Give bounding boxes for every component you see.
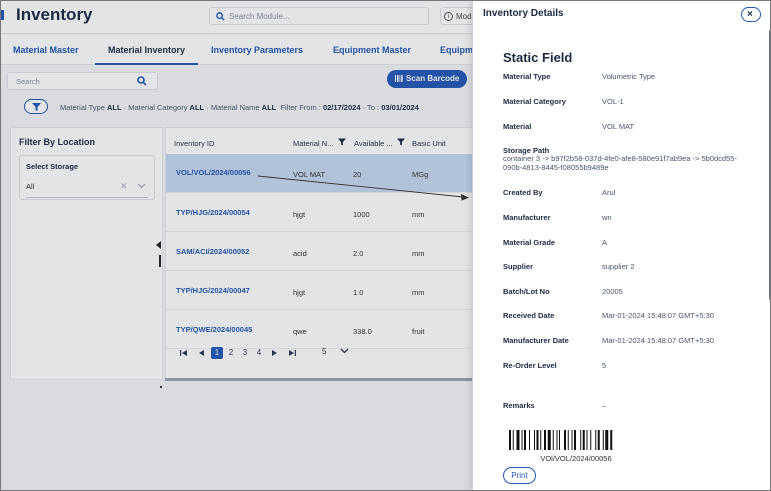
close-button[interactable]: ×	[741, 7, 761, 22]
barcode-bar	[610, 430, 613, 450]
barcode-bar	[544, 430, 546, 450]
field-label-material: Material	[503, 122, 532, 131]
barcode-bar	[536, 430, 539, 450]
barcode-bar	[509, 430, 511, 450]
section-title: Static Field	[503, 50, 573, 65]
field-label-material-type: Material Type	[503, 72, 551, 81]
field-label-batch-lot-no: Batch/Lot No	[503, 287, 550, 296]
field-label-material-grade: Material Grade	[503, 238, 556, 247]
close-icon: ×	[747, 9, 753, 20]
barcode-bar	[559, 430, 560, 450]
barcode-bar	[552, 430, 554, 450]
barcode-bar	[516, 430, 520, 450]
drawer-title: Inventory Details	[483, 8, 564, 19]
barcode-bar	[564, 430, 566, 450]
barcode-bar	[521, 430, 523, 450]
barcode-bar	[534, 430, 535, 450]
barcode-bar	[567, 430, 569, 450]
barcode-bar	[582, 430, 585, 450]
field-value-manufacturer: wn	[602, 213, 612, 222]
field-value-created-by: Arul	[602, 188, 616, 197]
barcode-bar	[580, 430, 582, 450]
field-label-supplier: Supplier	[503, 262, 534, 271]
field-value-re-order-level: 5	[602, 361, 607, 370]
field-label-created-by: Created By	[503, 188, 543, 197]
barcode-bar	[540, 430, 542, 450]
field-value-material-type: Volumetric Type	[602, 72, 656, 81]
print-button[interactable]: Print	[503, 467, 536, 484]
barcode-bar	[586, 430, 588, 450]
barcode-bar	[571, 430, 573, 450]
drawer-backdrop[interactable]	[0, 0, 475, 491]
field-label-manufacturer-date: Manufacturer Date	[503, 336, 569, 345]
barcode-bar	[590, 430, 592, 450]
field-value-storage-path: container 3 -> b97f2b58-037d-4fe0-afe8-5…	[503, 154, 737, 172]
barcode-bar	[529, 430, 530, 450]
barcode-bar	[574, 430, 576, 450]
barcode-bar	[547, 430, 551, 450]
barcode-image	[509, 430, 613, 450]
barcode-bar	[556, 430, 558, 450]
barcode-text: VOl/VOL/2024/00056	[540, 454, 612, 463]
barcode-bar	[595, 430, 597, 450]
barcode-bar	[605, 430, 609, 450]
field-value-material-grade: A	[602, 238, 608, 247]
barcode-bar	[524, 430, 526, 450]
inventory-details-drawer: Inventory Details × Static Field Materia…	[472, 0, 771, 491]
field-label-re-order-level: Re-Order Level	[503, 361, 557, 370]
field-value-material-category: VOL-1	[602, 97, 624, 106]
field-label-remarks: Remarks	[503, 401, 535, 410]
field-label-material-category: Material Category	[503, 97, 566, 106]
barcode-bar	[597, 430, 600, 450]
barcode-bar	[602, 430, 604, 450]
field-value-remarks: –	[602, 401, 607, 410]
field-value-received-date: Mar-01-2024 15:48:07 GMT+5:30	[602, 311, 714, 320]
field-value-material: VOL MAT	[602, 122, 635, 131]
barcode-bar	[512, 430, 514, 450]
field-value-supplier: supplier 2	[602, 262, 635, 271]
field-label-received-date: Received Date	[503, 311, 555, 320]
field-value-batch-lot-no: 20005	[602, 287, 623, 296]
field-label-manufacturer: Manufacturer	[503, 213, 551, 222]
field-value-manufacturer-date: Mar-01-2024 15:48:07 GMT+5:30	[602, 336, 714, 345]
